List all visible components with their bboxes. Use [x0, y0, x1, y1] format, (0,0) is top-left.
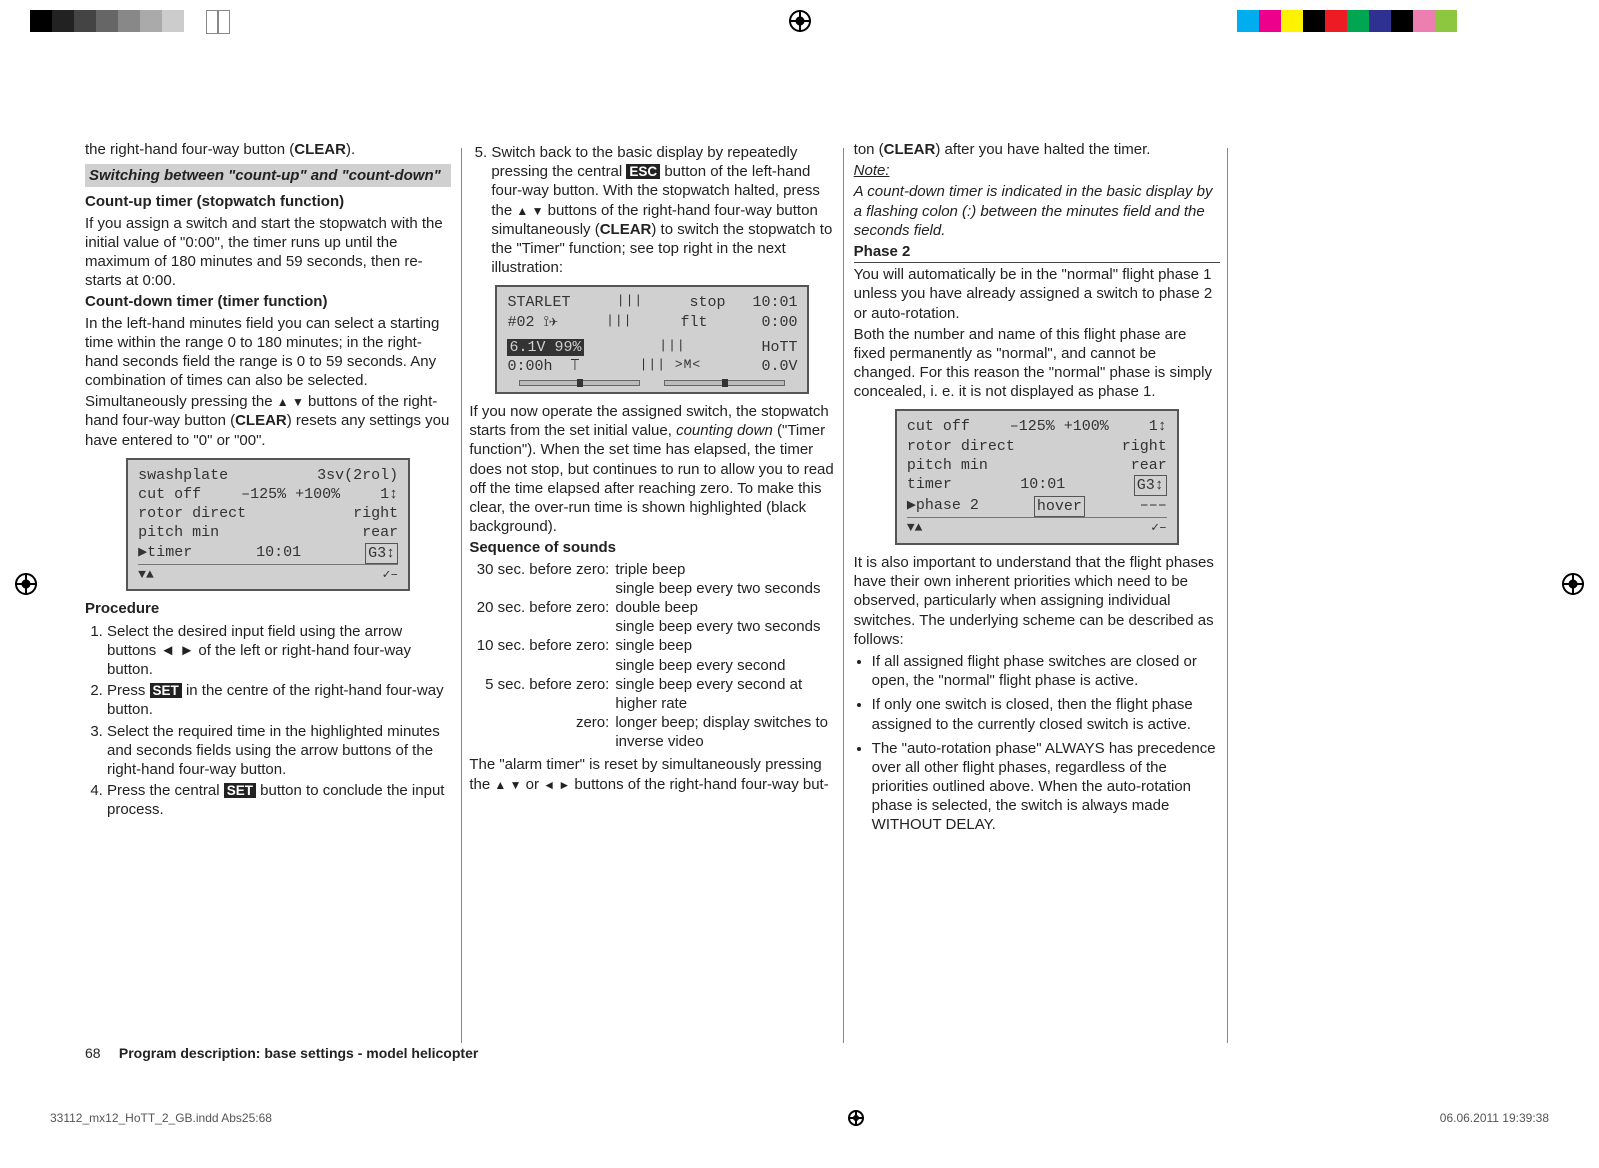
list-item: Select the required time in the highligh… [107, 722, 451, 780]
section-band: Switching between "count-up" and "count-… [85, 164, 451, 187]
subhead: Sequence of sounds [469, 538, 835, 557]
reg-mark-icon [15, 573, 37, 595]
subhead: Count-down timer (timer function) [85, 292, 451, 311]
paragraph: You will automatically be in the "normal… [854, 265, 1220, 323]
reg-mark-icon [848, 1110, 864, 1126]
up-down-icon: ▲ ▼ [516, 204, 543, 218]
paragraph: If you now operate the assigned switch, … [469, 402, 835, 536]
up-down-icon: ▲ ▼ [277, 395, 304, 409]
body-text-columns: the right-hand four-way button (CLEAR). … [85, 140, 1220, 1040]
paragraph: Simultaneously pressing the ▲ ▼ buttons … [85, 392, 451, 450]
footer-title: Program description: base settings - mod… [119, 1045, 478, 1061]
lcd-menu-screenshot-2: cut off–125% +100%1↕ rotor directright p… [895, 409, 1179, 545]
reg-mark-icon [1562, 573, 1584, 595]
paragraph: If you assign a switch and start the sto… [85, 214, 451, 291]
list-item: Select the desired input field using the… [107, 622, 451, 680]
reg-side-left [15, 573, 37, 595]
lcd-menu-screenshot-1: swashplate3sv(2rol) cut off–125% +100%1↕… [126, 458, 410, 592]
note-label: Note: [854, 161, 1220, 180]
reg-center [789, 10, 811, 36]
reg-swatches-right [1237, 10, 1479, 32]
indd-timestamp: 06.06.2011 19:39:38 [1440, 1111, 1549, 1125]
left-right-icon: ◄ ► [543, 778, 570, 792]
list-item: If only one switch is closed, then the f… [872, 695, 1220, 733]
procedure-list-cont: Switch back to the basic display by repe… [469, 143, 835, 277]
paragraph: ton (CLEAR) after you have halted the ti… [854, 140, 1220, 159]
list-item: Press SET in the centre of the right-han… [107, 681, 451, 719]
page: the right-hand four-way button (CLEAR). … [0, 0, 1599, 1168]
procedure-list: Select the desired input field using the… [85, 622, 451, 820]
imposition-footer: 33112_mx12_HoTT_2_GB.indd Abs25:68 06.06… [50, 1110, 1549, 1126]
subhead: Phase 2 [854, 242, 1220, 263]
list-item: Press the central SET button to conclude… [107, 781, 451, 819]
reg-swatches-left [30, 10, 230, 34]
page-number: 68 [85, 1045, 115, 1061]
registration-strip [0, 10, 1599, 32]
subhead: Count-up timer (stopwatch function) [85, 192, 451, 211]
note-paragraph: A count-down timer is indicated in the b… [854, 182, 1220, 240]
page-footer: 68 Program description: base settings - … [85, 1045, 478, 1061]
paragraph: the right-hand four-way button (CLEAR). [85, 140, 451, 159]
indd-filename: 33112_mx12_HoTT_2_GB.indd Abs25:68 [50, 1111, 272, 1125]
reg-side-right [1562, 573, 1584, 595]
paragraph: The "alarm timer" is reset by simultaneo… [469, 755, 835, 793]
column-rule [1227, 148, 1228, 1043]
up-down-icon: ▲ ▼ [494, 778, 521, 792]
bullet-list: If all assigned flight phase switches ar… [854, 652, 1220, 835]
paragraph: It is also important to understand that … [854, 553, 1220, 649]
sounds-table: 30 sec. before zero:triple beep single b… [469, 560, 835, 752]
subhead: Procedure [85, 599, 451, 618]
list-item: If all assigned flight phase switches ar… [872, 652, 1220, 690]
paragraph: In the left-hand minutes field you can s… [85, 314, 451, 391]
list-item: The "auto-rotation phase" ALWAYS has pre… [872, 739, 1220, 835]
paragraph: Both the number and name of this flight … [854, 325, 1220, 402]
reg-mark-icon [789, 10, 811, 32]
lcd-basic-display: STARLET ||| stop 10:01 #02 ⟟✈ ||| flt 0:… [495, 285, 809, 394]
list-item: Switch back to the basic display by repe… [491, 143, 835, 277]
